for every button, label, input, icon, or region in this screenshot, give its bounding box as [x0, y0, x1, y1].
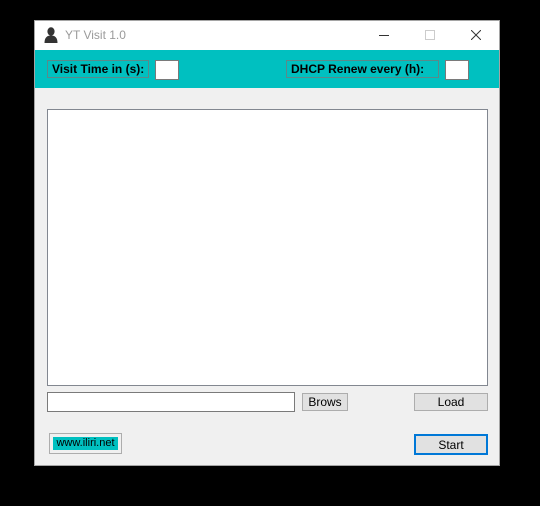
- window-title: YT Visit 1.0: [65, 28, 126, 42]
- maximize-button[interactable]: [407, 21, 453, 50]
- visit-time-input[interactable]: [155, 60, 179, 80]
- minimize-icon: [379, 27, 389, 45]
- close-icon: [470, 27, 482, 45]
- url-list[interactable]: [47, 109, 488, 386]
- website-link-frame: www.iliri.net: [49, 433, 122, 454]
- main-window: YT Visit 1.0 Visit Time in (s): DHCP Ren…: [34, 20, 500, 466]
- start-button[interactable]: Start: [414, 434, 488, 455]
- website-link[interactable]: www.iliri.net: [53, 437, 118, 450]
- title-bar[interactable]: YT Visit 1.0: [35, 21, 499, 50]
- close-button[interactable]: [453, 21, 499, 50]
- maximize-icon: [425, 27, 435, 45]
- file-path-input[interactable]: [47, 392, 295, 412]
- user-silhouette-icon: [44, 27, 58, 43]
- load-button[interactable]: Load: [414, 393, 488, 411]
- visit-time-label: Visit Time in (s):: [47, 60, 149, 78]
- dhcp-renew-input[interactable]: [445, 60, 469, 80]
- minimize-button[interactable]: [361, 21, 407, 50]
- browse-button[interactable]: Brows: [302, 393, 348, 411]
- settings-bar: Visit Time in (s): DHCP Renew every (h):: [35, 50, 499, 88]
- dhcp-renew-label: DHCP Renew every (h):: [286, 60, 439, 78]
